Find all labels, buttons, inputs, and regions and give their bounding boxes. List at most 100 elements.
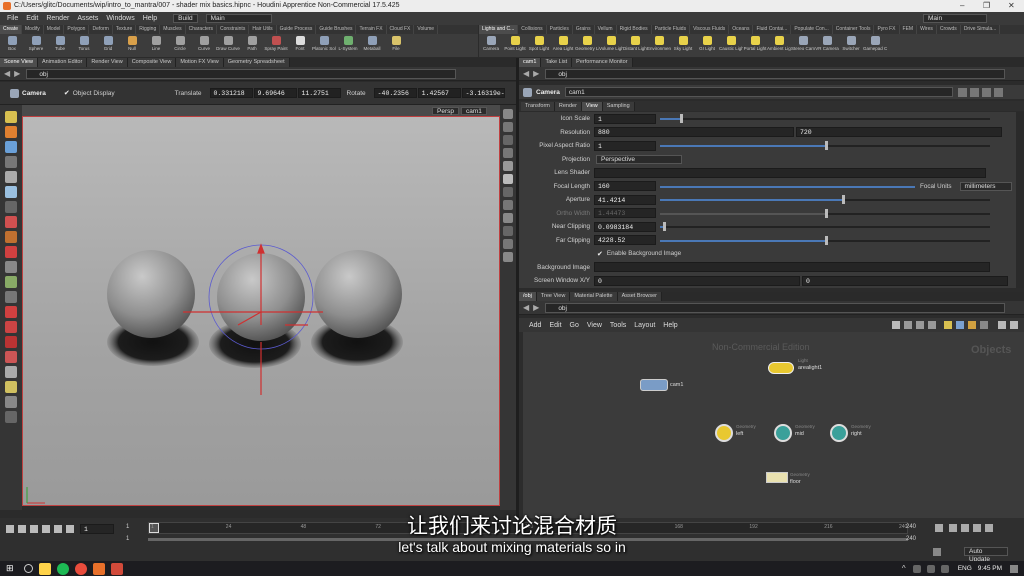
paint-tool-icon[interactable]	[5, 276, 17, 288]
tray-chevron-icon[interactable]: ^	[902, 564, 906, 573]
shelf-tab[interactable]: Characters	[186, 25, 218, 34]
pane-tab[interactable]: /obj	[519, 292, 537, 301]
build-desktop-menu[interactable]: Build	[173, 14, 198, 23]
param-slider[interactable]	[660, 234, 990, 247]
pane-tab[interactable]: Asset Browser	[617, 292, 663, 301]
slider-handle[interactable]	[825, 141, 828, 151]
shelf-tab[interactable]: Lights and C...	[479, 25, 519, 34]
param-value[interactable]: 1.44473	[594, 208, 656, 219]
magnet-tool-icon[interactable]	[5, 306, 17, 318]
file-explorer-icon[interactable]	[38, 562, 51, 575]
shelf-tab[interactable]: Particle Fluids	[652, 25, 691, 34]
cut-tool-icon[interactable]	[5, 336, 17, 348]
chrome-icon[interactable]	[74, 562, 87, 575]
param-value[interactable]: 160	[594, 181, 656, 192]
shelf-tab[interactable]: Constraints	[217, 25, 250, 34]
clock[interactable]: 9:45 PM	[978, 565, 1002, 572]
pose-tool-icon[interactable]	[5, 201, 17, 213]
param-value[interactable]: 41.4214	[594, 194, 656, 205]
shelf-tool-torus[interactable]: Torus	[72, 34, 96, 57]
pane-tab[interactable]: Performance Monitor	[572, 58, 633, 67]
menu-item-assets[interactable]: Assets	[73, 12, 102, 25]
sphere-left[interactable]	[107, 250, 195, 338]
shelf-tool-point-light[interactable]: Point Light	[503, 34, 527, 57]
shelf-tab[interactable]: Volume	[414, 25, 439, 34]
menu-item-file[interactable]: File	[3, 12, 22, 25]
shelf-tool-volume-light[interactable]: Volume Light	[599, 34, 623, 57]
shelf-tool-font[interactable]: Font	[288, 34, 312, 57]
slider-handle[interactable]	[679, 114, 683, 124]
ortho-icon[interactable]	[503, 226, 513, 236]
shelf-tool-spot-light[interactable]: Spot Light	[527, 34, 551, 57]
shelf-tool-ambient-light[interactable]: Ambient Light	[767, 34, 791, 57]
shelf-tab[interactable]: Model	[44, 25, 65, 34]
shelf-tool-curve[interactable]: Curve	[192, 34, 216, 57]
search-icon[interactable]	[23, 564, 33, 573]
shelf-tab[interactable]: Cloud FX	[387, 25, 415, 34]
shelf-tool-metaball[interactable]: Metaball	[360, 34, 384, 57]
cam-menu[interactable]: cam1	[460, 106, 487, 115]
shelf-tab[interactable]: Guide Process	[277, 25, 317, 34]
scale-tool-icon[interactable]	[5, 156, 17, 168]
light-node-icon[interactable]	[768, 362, 794, 374]
slider-handle[interactable]	[825, 235, 828, 245]
pane-tab[interactable]: Take List	[541, 58, 573, 67]
right-desktop-menu[interactable]: Main	[923, 14, 987, 23]
param-path-field[interactable]: obj	[545, 68, 1006, 79]
geo-teal-node-icon[interactable]	[774, 424, 792, 442]
display-options-icon[interactable]	[503, 252, 513, 262]
shelf-tool-path[interactable]: Path	[240, 34, 264, 57]
maximize-button[interactable]: ❐	[983, 1, 990, 10]
camera-tool-icon[interactable]	[5, 291, 17, 303]
shelf-tool-grid[interactable]: Grid	[96, 34, 120, 57]
slider-handle[interactable]	[663, 222, 667, 232]
help-icon[interactable]	[969, 87, 979, 97]
persp-menu[interactable]: Persp	[432, 106, 459, 115]
network-menu-layout[interactable]: Layout	[630, 322, 659, 329]
shelf-tool-vr-camera[interactable]: VR Camera	[815, 34, 839, 57]
curve-tool-icon[interactable]	[5, 321, 17, 333]
shelf-tool-distant-light[interactable]: Distant Light	[623, 34, 647, 57]
ghost-icon[interactable]	[503, 122, 513, 132]
network-path-field[interactable]: obj	[545, 302, 1006, 313]
network-tool-icon[interactable]	[904, 321, 912, 329]
param-scrollbar[interactable]	[1016, 112, 1024, 288]
param-subtab-transform[interactable]: Transform	[521, 101, 555, 111]
forward-arrow-icon[interactable]: ▶	[14, 69, 20, 78]
shelf-tab[interactable]: Terrain FX	[356, 25, 387, 34]
network-menu-tools[interactable]: Tools	[606, 322, 630, 329]
app-taskbar-icon[interactable]	[110, 562, 123, 575]
back-arrow-icon[interactable]: ◀	[4, 69, 10, 78]
pane-tab[interactable]: Scene View	[0, 58, 38, 67]
frame-icon[interactable]	[998, 321, 1006, 329]
shelf-tab[interactable]: Hair Utils	[249, 25, 277, 34]
move-tool-icon[interactable]	[5, 126, 17, 138]
shelf-tool-geometry-light[interactable]: Geometry Light	[575, 34, 599, 57]
screen-window-x-field[interactable]: 0	[594, 275, 800, 286]
shelf-tab[interactable]: Wires	[917, 25, 937, 34]
pane-tab[interactable]: Tree View	[536, 292, 571, 301]
main-desktop-menu[interactable]: Main	[205, 14, 272, 23]
grid-icon[interactable]	[503, 239, 513, 249]
shelf-tab[interactable]: Viscous Fluids	[690, 25, 730, 34]
sphere-right[interactable]	[314, 250, 402, 338]
smooth-shade-icon[interactable]	[503, 174, 513, 184]
light-tool-icon[interactable]	[5, 381, 17, 393]
shelf-tool-camera[interactable]: Camera	[479, 34, 503, 57]
shelf-tab[interactable]: Crowds	[937, 25, 961, 34]
shelf-tab[interactable]: Rigid Bodies	[617, 25, 652, 34]
shelf-tool-gi-light[interactable]: GI Light	[695, 34, 719, 57]
shape-palette-icon[interactable]	[980, 321, 988, 329]
shelf-tab[interactable]: Particles	[547, 25, 573, 34]
object-display-check-icon[interactable]: ✔	[64, 89, 70, 97]
color-palette-icon[interactable]	[968, 321, 976, 329]
minimize-button[interactable]: –	[960, 1, 964, 10]
shelf-tab[interactable]: Modify	[22, 25, 44, 34]
houdini-taskbar-icon[interactable]	[92, 562, 105, 575]
lock-camera-icon[interactable]	[503, 109, 513, 119]
scene-tool-icon[interactable]	[5, 396, 17, 408]
enable-background-checkbox[interactable]: ✔	[597, 250, 603, 258]
slider-handle[interactable]	[841, 195, 845, 205]
notifications-icon[interactable]	[1010, 564, 1018, 573]
shelf-tool-switcher[interactable]: Switcher	[839, 34, 863, 57]
